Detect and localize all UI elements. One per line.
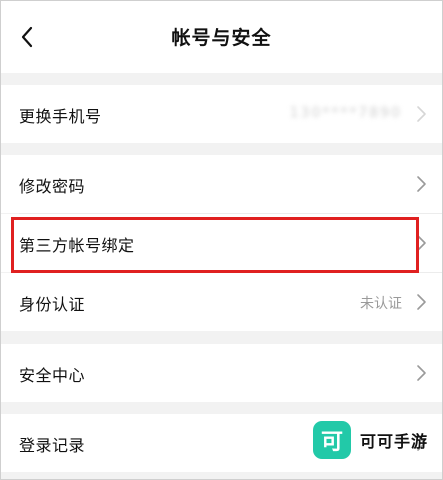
row-label: 安全中心 xyxy=(19,366,86,385)
page-title: 帐号与安全 xyxy=(171,27,272,49)
row-label: 身份认证 xyxy=(19,295,86,314)
row-label: 第三方帐号绑定 xyxy=(19,236,135,255)
chevron-right-icon xyxy=(417,235,426,251)
chevron-right-icon xyxy=(417,294,426,310)
watermark-text: 可可手游 xyxy=(360,432,429,451)
chevron-right-icon xyxy=(417,106,426,122)
watermark-logo-icon: 可 xyxy=(313,421,351,459)
row-security-center[interactable]: 安全中心 xyxy=(1,344,442,402)
row-identity-verification[interactable]: 身份认证 未认证 xyxy=(1,273,442,331)
row-change-phone[interactable]: 更换手机号 130****7890 xyxy=(1,85,442,143)
watermark: 可 可可手游 xyxy=(313,421,428,459)
chevron-right-icon xyxy=(417,176,426,192)
row-label: 修改密码 xyxy=(19,177,86,196)
row-change-password[interactable]: 修改密码 xyxy=(1,155,442,213)
row-label: 更换手机号 xyxy=(19,107,102,126)
row-label: 登录记录 xyxy=(19,436,86,455)
row-third-party-binding[interactable]: 第三方帐号绑定 xyxy=(1,214,442,272)
chevron-right-icon xyxy=(417,365,426,381)
phone-number-value: 130****7890 xyxy=(289,105,402,121)
account-security-page: 帐号与安全 更换手机号 130****7890 修改密码 第三方帐号绑定 身份认… xyxy=(0,0,443,480)
header-bar: 帐号与安全 xyxy=(1,1,442,73)
verification-status: 未认证 xyxy=(360,296,402,312)
